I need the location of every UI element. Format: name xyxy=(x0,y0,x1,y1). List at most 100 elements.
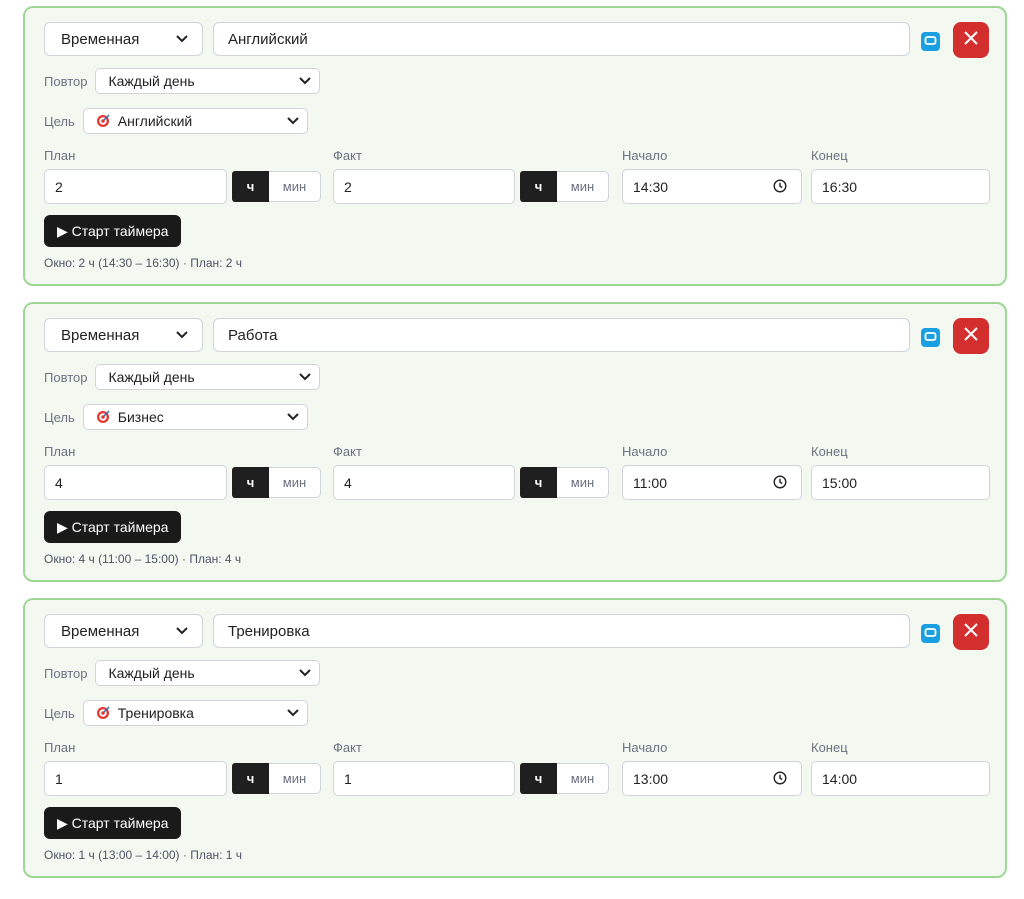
plan-input[interactable]: 2 xyxy=(44,169,227,204)
clock-icon[interactable] xyxy=(773,179,787,196)
plan-value: 4 xyxy=(55,474,63,491)
repeat-select[interactable]: Каждый день xyxy=(95,68,321,94)
task-title-input[interactable]: Работа xyxy=(213,318,910,352)
delete-button[interactable] xyxy=(953,614,989,650)
target-icon xyxy=(96,410,110,424)
plan-unit-minutes[interactable]: мин xyxy=(269,467,321,498)
fact-input[interactable]: 1 xyxy=(333,761,515,796)
end-time-value: 14:00 xyxy=(822,770,858,787)
plan-label: План xyxy=(44,148,76,163)
start-time-value: 11:00 xyxy=(633,474,667,491)
task-title-value: Тренировка xyxy=(228,622,310,640)
goal-value: Английский xyxy=(117,113,193,129)
plan-value: 1 xyxy=(55,770,63,787)
goal-label: Цель xyxy=(44,705,75,721)
plan-unit-hours[interactable]: ч xyxy=(232,763,269,794)
task-card: Временная Тренировка Повтор Каждый день … xyxy=(23,598,1007,878)
chevron-down-icon xyxy=(287,117,299,125)
task-title-value: Работа xyxy=(228,326,278,344)
fact-value: 4 xyxy=(344,474,352,491)
close-icon xyxy=(964,30,978,50)
repeat-label: Повтор xyxy=(44,369,88,385)
end-time-value: 15:00 xyxy=(822,474,858,491)
clock-icon[interactable] xyxy=(773,475,787,492)
fact-label: Факт xyxy=(333,444,362,459)
clock-icon[interactable] xyxy=(773,771,787,788)
end-time-input[interactable]: 14:00 xyxy=(811,761,990,796)
fact-input[interactable]: 4 xyxy=(333,465,515,500)
repeat-select[interactable]: Каждый день xyxy=(95,660,321,686)
fact-input[interactable]: 2 xyxy=(333,169,515,204)
chevron-down-icon xyxy=(299,77,312,85)
start-time-label: Начало xyxy=(622,148,668,163)
repeat-button[interactable] xyxy=(921,328,940,347)
chevron-down-icon xyxy=(176,331,188,339)
task-title-value: Английский xyxy=(228,30,308,48)
end-time-label: Конец xyxy=(811,740,848,755)
repeat-label: Повтор xyxy=(44,73,88,89)
target-icon xyxy=(96,706,110,720)
task-type-value: Временная xyxy=(61,326,140,344)
start-time-input[interactable]: 13:00 xyxy=(622,761,802,796)
start-time-label: Начало xyxy=(622,444,668,459)
start-timer-button[interactable]: ▶ Старт таймера xyxy=(44,215,182,247)
time-summary: Окно: 2 ч (14:30 – 16:30) · План: 2 ч xyxy=(44,256,243,270)
task-card: Временная Английский Повтор Каждый день … xyxy=(23,6,1007,286)
fact-unit-minutes[interactable]: мин xyxy=(557,763,609,794)
end-time-value: 16:30 xyxy=(822,178,858,195)
task-type-value: Временная xyxy=(61,622,140,640)
delete-button[interactable] xyxy=(953,22,989,58)
task-title-input[interactable]: Тренировка xyxy=(213,614,910,648)
fact-label: Факт xyxy=(333,740,362,755)
delete-button[interactable] xyxy=(953,318,989,354)
fact-unit-minutes[interactable]: мин xyxy=(557,467,609,498)
end-time-label: Конец xyxy=(811,444,848,459)
plan-unit-hours[interactable]: ч xyxy=(232,467,269,498)
fact-unit-hours[interactable]: ч xyxy=(520,467,557,498)
plan-unit-minutes[interactable]: мин xyxy=(269,763,321,794)
start-time-label: Начало xyxy=(622,740,668,755)
plan-input[interactable]: 4 xyxy=(44,465,227,500)
start-timer-button[interactable]: ▶ Старт таймера xyxy=(44,807,182,839)
plan-value: 2 xyxy=(55,178,63,195)
goal-value: Бизнес xyxy=(117,409,164,425)
chevron-down-icon xyxy=(299,373,312,381)
repeat-icon xyxy=(924,329,937,347)
goal-label: Цель xyxy=(44,113,75,129)
goal-select[interactable]: Тренировка xyxy=(82,700,308,726)
repeat-value: Каждый день xyxy=(108,73,195,89)
time-summary: Окно: 1 ч (13:00 – 14:00) · План: 1 ч xyxy=(44,848,243,862)
close-icon xyxy=(964,326,978,346)
repeat-button[interactable] xyxy=(921,32,940,51)
start-timer-button[interactable]: ▶ Старт таймера xyxy=(44,511,182,543)
start-time-input[interactable]: 11:00 xyxy=(622,465,802,500)
end-time-input[interactable]: 15:00 xyxy=(811,465,990,500)
task-title-input[interactable]: Английский xyxy=(213,22,910,56)
close-icon xyxy=(964,622,978,642)
plan-unit-hours[interactable]: ч xyxy=(232,171,269,202)
goal-select[interactable]: Английский xyxy=(82,108,308,134)
task-card: Временная Работа Повтор Каждый день Цель xyxy=(23,302,1007,582)
repeat-icon xyxy=(924,33,937,51)
plan-input[interactable]: 1 xyxy=(44,761,227,796)
task-type-select[interactable]: Временная xyxy=(44,614,203,648)
goal-select[interactable]: Бизнес xyxy=(82,404,308,430)
repeat-value: Каждый день xyxy=(108,665,195,681)
plan-unit-minutes[interactable]: мин xyxy=(269,171,321,202)
start-time-value: 14:30 xyxy=(633,178,669,195)
repeat-button[interactable] xyxy=(921,624,940,643)
task-type-select[interactable]: Временная xyxy=(44,22,203,56)
start-time-input[interactable]: 14:30 xyxy=(622,169,802,204)
end-time-input[interactable]: 16:30 xyxy=(811,169,990,204)
repeat-select[interactable]: Каждый день xyxy=(95,364,321,390)
task-type-select[interactable]: Временная xyxy=(44,318,203,352)
fact-unit-minutes[interactable]: мин xyxy=(557,171,609,202)
task-list: Временная Английский Повтор Каждый день … xyxy=(0,0,1024,899)
plan-label: План xyxy=(44,740,76,755)
repeat-icon xyxy=(924,625,937,643)
plan-label: План xyxy=(44,444,76,459)
end-time-label: Конец xyxy=(811,148,848,163)
fact-unit-hours[interactable]: ч xyxy=(520,763,557,794)
fact-unit-hours[interactable]: ч xyxy=(520,171,557,202)
chevron-down-icon xyxy=(287,413,299,421)
